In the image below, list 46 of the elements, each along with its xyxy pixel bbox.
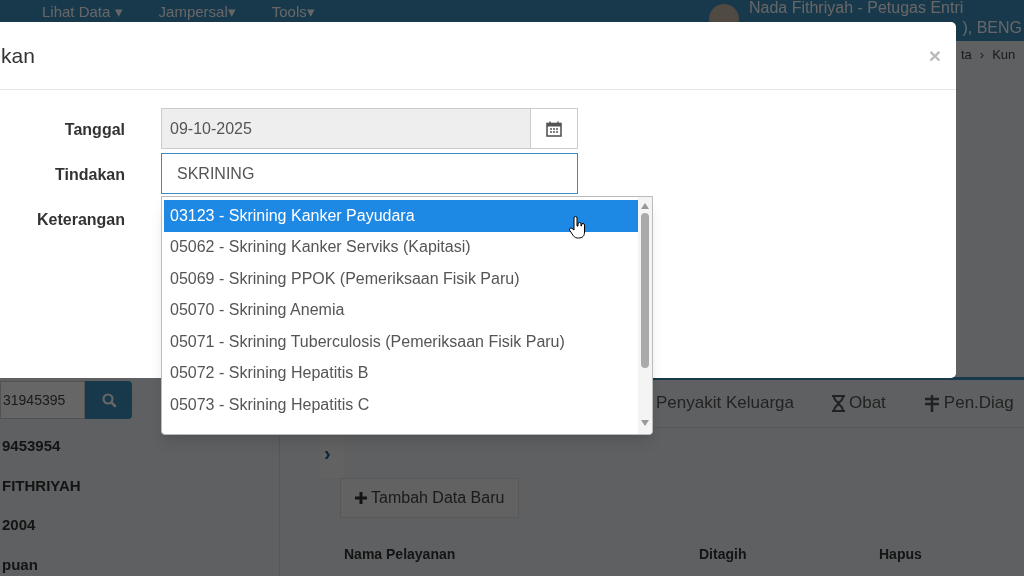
scroll-down-icon xyxy=(641,420,649,426)
scrollbar[interactable] xyxy=(638,197,652,434)
calendar-icon xyxy=(546,120,562,137)
nav-menu[interactable]: Tools▾ xyxy=(271,1,315,24)
suggestion-item[interactable]: 03123 - Skrining Kanker Payudara xyxy=(164,200,638,232)
tab[interactable]: Obat xyxy=(832,390,886,416)
patient-info-value: 9453954 xyxy=(2,436,62,456)
search-field[interactable]: 31945395 xyxy=(0,381,85,419)
column-header: Nama Pelayanan xyxy=(344,544,457,564)
scrollbar-thumb[interactable] xyxy=(641,213,649,368)
column-header: Ditagih xyxy=(699,544,748,564)
modal-title: kan xyxy=(1,42,35,69)
scroll-up-icon xyxy=(641,203,649,209)
user-detail: ), BENG xyxy=(962,18,1022,38)
suggestion-item[interactable]: 05070 - Skrining Anemia xyxy=(164,294,638,326)
nav-menu[interactable]: Lihat Data ▾ xyxy=(42,1,123,24)
breadcrumb-item[interactable]: Kun xyxy=(992,45,1016,65)
patient-info-value: puan xyxy=(2,554,39,575)
add-data-button[interactable]: Tambah Data Baru xyxy=(340,477,520,518)
date-field: 09-10-2025 xyxy=(161,108,531,149)
tab[interactable]: Penyakit Keluarga xyxy=(656,390,794,416)
suggestion-item[interactable]: 05062 - Skrining Kanker Serviks (Kapitasi) xyxy=(164,231,638,263)
signpost-icon xyxy=(923,394,940,412)
plus-icon xyxy=(355,491,367,504)
close-button[interactable]: × xyxy=(928,39,941,72)
breadcrumb-item[interactable]: › xyxy=(979,45,985,65)
column-header: Hapus xyxy=(879,544,923,564)
breadcrumb-item[interactable]: ta xyxy=(961,45,972,65)
suggestion-item[interactable]: 05072 - Skrining Hepatitis B xyxy=(164,357,638,389)
suggestion-item[interactable]: 05069 - Skrining PPOK (Pemeriksaan Fisik Paru) xyxy=(164,263,638,295)
tab[interactable]: Pen.Diag xyxy=(923,390,1014,416)
patient-info-value: 2004 xyxy=(2,515,37,535)
suggestion-item[interactable]: 05073 - Skrining Hepatitis C xyxy=(164,389,638,421)
text-field[interactable]: SKRINING xyxy=(161,153,578,194)
calendar-button[interactable] xyxy=(531,108,578,149)
search-button[interactable] xyxy=(85,381,132,419)
hourglass-icon xyxy=(832,394,845,412)
suggestion-item[interactable]: 05071 - Skrining Tuberculosis (Pemeriksaan Fisik Paru) xyxy=(164,326,638,358)
search-icon xyxy=(100,392,117,408)
hand-cursor-icon xyxy=(569,216,587,240)
field-label: Tindakan xyxy=(54,165,125,185)
field-label: Tanggal xyxy=(63,120,125,140)
nav-menu[interactable]: Jampersal▾ xyxy=(158,1,236,24)
patient-info-value: FITHRIYAH xyxy=(2,475,82,496)
field-label: Keterangan xyxy=(35,210,125,230)
user-name: Nada Fithriyah - Petugas Entri xyxy=(749,0,965,18)
